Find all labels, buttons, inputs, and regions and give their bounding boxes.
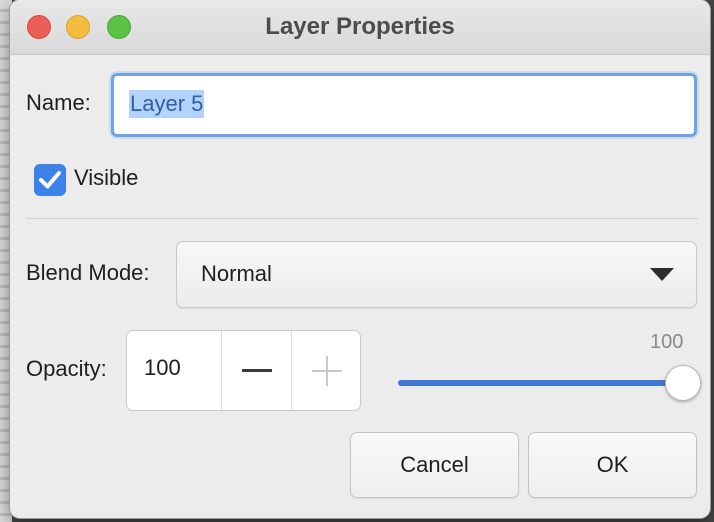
title-bar[interactable]: Layer Properties (10, 0, 710, 55)
plus-icon-vertical (326, 356, 328, 386)
checkmark-icon (39, 171, 61, 189)
slider-max-label: 100 (650, 331, 684, 353)
blend-mode-select[interactable]: Normal (176, 241, 697, 308)
opacity-slider-thumb[interactable] (665, 365, 701, 401)
decrease-opacity-button[interactable] (222, 331, 292, 410)
ok-button[interactable]: OK (528, 432, 697, 498)
separator (26, 218, 698, 219)
blend-mode-value: Normal (201, 261, 272, 286)
name-input[interactable]: Layer 5 (111, 73, 697, 137)
blend-mode-label: Blend Mode: (26, 260, 150, 285)
layer-properties-dialog: Layer Properties Name: Layer 5 Visible B… (10, 0, 710, 518)
opacity-label: Opacity: (26, 356, 107, 381)
opacity-slider-track[interactable] (398, 380, 683, 386)
dialog-title: Layer Properties (265, 13, 455, 40)
name-input-value[interactable]: Layer 5 (129, 90, 205, 118)
opacity-value-field[interactable]: 100 (144, 355, 181, 381)
name-label: Name: (26, 90, 91, 115)
opacity-stepper: 100 (126, 330, 361, 411)
cancel-button[interactable]: Cancel (350, 432, 519, 498)
increase-opacity-button[interactable] (292, 331, 360, 410)
visible-label[interactable]: Visible (74, 165, 138, 191)
opacity-slider-fill (398, 380, 683, 386)
triangle-down-icon (650, 268, 674, 281)
minus-icon (242, 369, 272, 372)
visible-checkbox[interactable] (34, 164, 66, 196)
